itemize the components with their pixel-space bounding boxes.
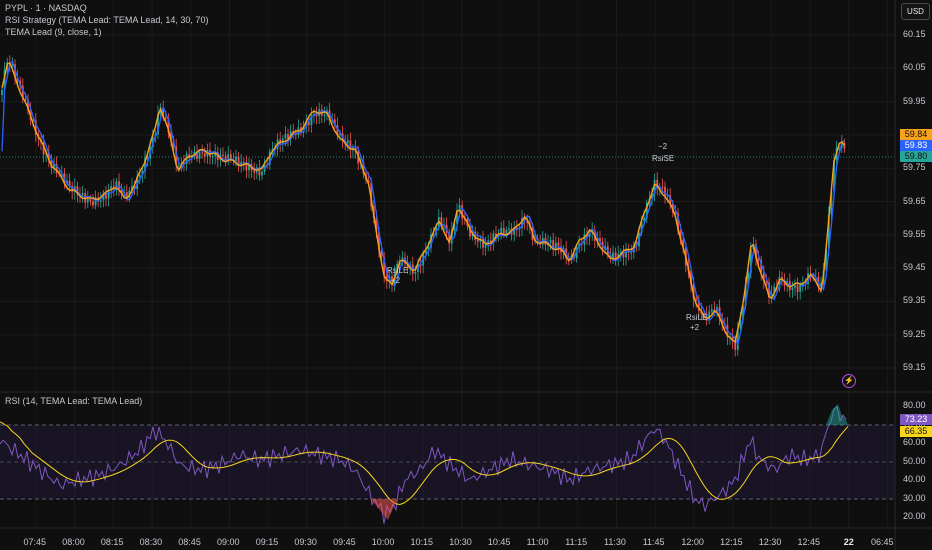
- rsi-tick: 50.00: [903, 455, 926, 466]
- candle-body: [201, 152, 204, 154]
- indicator-rsi-strategy-legend[interactable]: RSI Strategy (TEMA Lead: TEMA Lead, 14, …: [5, 15, 208, 25]
- lightning-icon[interactable]: ⚡: [842, 374, 856, 388]
- rsi-tick: 20.00: [903, 511, 926, 521]
- time-tick: 09:15: [255, 537, 279, 547]
- time-tick: 22: [843, 537, 854, 547]
- candle-body: [414, 271, 417, 274]
- price-tick: 59.95: [903, 95, 926, 106]
- candle-body: [138, 174, 141, 177]
- chart-canvas[interactable]: [0, 0, 932, 550]
- candle-body: [198, 152, 201, 159]
- candle-body: [1, 89, 3, 95]
- price-tick: 59.15: [903, 362, 926, 372]
- candle-body: [508, 228, 510, 230]
- time-tick: 11:45: [642, 537, 665, 547]
- price-tick: 59.25: [903, 328, 926, 339]
- candle-body: [476, 239, 479, 242]
- candle-body: [458, 205, 461, 211]
- price-tick: 60.05: [903, 62, 926, 73]
- symbol-title[interactable]: PYPL · 1 · NASDAQ: [5, 3, 87, 13]
- time-tick: 12:15: [720, 537, 743, 547]
- candle-body: [164, 117, 167, 119]
- price-tag: 59.80: [900, 151, 932, 162]
- candle-body: [664, 186, 666, 197]
- candle-body: [222, 154, 224, 156]
- time-tick: 12:30: [758, 537, 782, 547]
- time-tick: 12:45: [797, 537, 821, 547]
- time-tick: 11:00: [526, 537, 549, 547]
- rsi-tick: 80.00: [903, 400, 926, 410]
- candle-body: [487, 240, 490, 244]
- time-tick: 12:00: [681, 537, 704, 547]
- candle-body: [211, 156, 214, 158]
- time-tick: 08:15: [100, 537, 124, 547]
- signal-bottom: RsiSE: [652, 154, 675, 163]
- candle-body: [710, 309, 713, 312]
- candle-body: [89, 198, 92, 202]
- candle-body: [235, 156, 237, 161]
- signal-qty: +2: [391, 276, 401, 285]
- candle-body: [86, 198, 89, 203]
- price-tag: 59.83: [900, 140, 932, 151]
- rsi-tick: 40.00: [903, 474, 926, 484]
- time-tick: 10:30: [449, 537, 472, 547]
- candle-body: [81, 193, 84, 196]
- time-tick: 09:30: [294, 537, 317, 547]
- candle-body: [261, 171, 263, 176]
- signal-bottom: RsiLE: [387, 266, 409, 275]
- candle-body: [99, 200, 102, 202]
- time-tick: 11:15: [565, 537, 588, 547]
- candle-body: [794, 285, 796, 288]
- price-tick: 59.45: [903, 262, 926, 273]
- rsi-overbought-fill: [826, 404, 848, 425]
- candle-body: [323, 114, 326, 116]
- candle-body: [554, 242, 557, 249]
- price-tick: 59.65: [903, 195, 926, 206]
- candle-body: [796, 285, 799, 292]
- currency-button[interactable]: USD: [901, 3, 930, 20]
- indicator-tema-legend[interactable]: TEMA Lead (9, close, 1): [5, 27, 102, 37]
- time-tick: 06:45: [871, 537, 894, 547]
- time-tick: 07:45: [23, 537, 47, 547]
- candle-body: [253, 170, 256, 173]
- candle-body: [549, 240, 552, 243]
- time-tick: 11:30: [604, 537, 626, 547]
- price-tick: 59.75: [903, 162, 926, 173]
- rsi-tick: 60.00: [903, 437, 926, 447]
- signal-bottom: RsiLE: [686, 313, 708, 322]
- signal-qty: +2: [690, 323, 700, 332]
- price-tag: 59.84: [900, 129, 932, 140]
- signal-top: −2: [658, 142, 668, 151]
- rsi-panel-title[interactable]: RSI (14, TEMA Lead: TEMA Lead): [5, 396, 142, 406]
- time-tick: 10:15: [410, 537, 434, 547]
- time-tick: 09:00: [217, 537, 240, 547]
- candle-body: [502, 227, 505, 235]
- time-tick: 09:45: [333, 537, 356, 547]
- price-tick: 60.15: [903, 29, 926, 39]
- time-tick: 10:45: [487, 537, 511, 547]
- chart-window: PYPL · 1 · NASDAQ RSI Strategy (TEMA Lea…: [0, 0, 932, 550]
- candle-body: [284, 134, 287, 139]
- time-tick: 08:45: [178, 537, 201, 547]
- time-tick: 10:00: [371, 537, 395, 547]
- candle-body: [346, 140, 349, 143]
- candle-body: [791, 287, 794, 291]
- rsi-value-tag: 66.35: [900, 426, 932, 437]
- time-tick: 08:00: [62, 537, 85, 547]
- time-tick: 08:30: [139, 537, 163, 547]
- price-tick: 59.55: [903, 228, 926, 239]
- candle-body: [557, 242, 560, 247]
- rsi-tick: 30.00: [903, 492, 926, 503]
- candle-body: [661, 186, 664, 188]
- candle-body: [799, 284, 802, 292]
- rsi-value-tag: 73.23: [900, 414, 932, 425]
- candle-body: [630, 252, 633, 254]
- price-tick: 59.35: [903, 295, 926, 306]
- candle-body: [92, 201, 94, 206]
- candle-body: [203, 152, 206, 157]
